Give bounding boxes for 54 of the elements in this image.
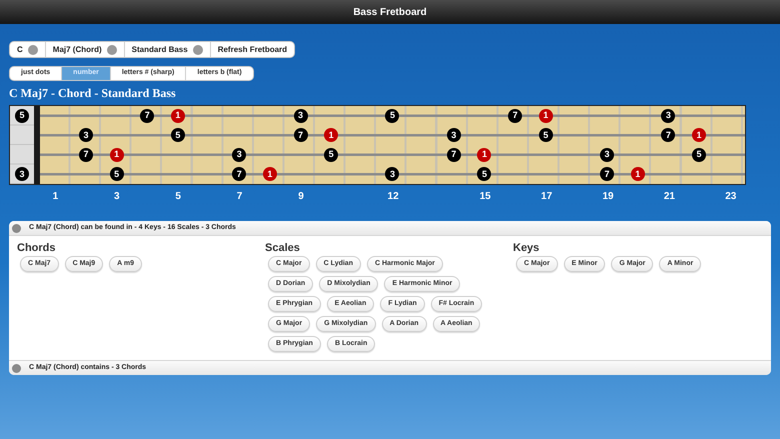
note-marker: 7 bbox=[294, 128, 308, 142]
section-title: Chords bbox=[17, 241, 56, 255]
note-marker: 3 bbox=[78, 128, 93, 142]
fret-number: 1 bbox=[52, 190, 58, 204]
note-marker: 7 bbox=[446, 148, 461, 162]
note-marker: 7 bbox=[508, 108, 522, 123]
picker-button[interactable]: C bbox=[10, 42, 45, 57]
note-marker: 3 bbox=[600, 148, 614, 162]
note-marker: 5 bbox=[110, 167, 124, 182]
note-marker: 5 bbox=[477, 167, 492, 182]
section-title: Keys bbox=[513, 241, 540, 255]
note-marker: 5 bbox=[692, 148, 706, 162]
collapse-toggle-icon[interactable] bbox=[12, 364, 21, 372]
note-marker: 1 bbox=[324, 128, 338, 142]
fret-number: 7 bbox=[236, 190, 242, 204]
note-marker: 1 bbox=[630, 167, 645, 182]
fret-number: 5 bbox=[175, 190, 181, 204]
note-marker: 1 bbox=[110, 148, 124, 162]
note-marker: 3 bbox=[294, 108, 308, 123]
fret-number: 12 bbox=[388, 190, 399, 204]
picker-button[interactable]: Standard Bass bbox=[124, 42, 210, 57]
fret-number: 15 bbox=[480, 190, 491, 204]
picker-button[interactable]: Maj7 (Chord) bbox=[44, 42, 124, 57]
fret-number: 17 bbox=[541, 190, 552, 204]
note-marker: 5 bbox=[15, 108, 29, 123]
fret-number: 23 bbox=[725, 190, 736, 204]
fret-number: 21 bbox=[664, 190, 675, 204]
fret-number: 3 bbox=[114, 190, 120, 204]
refresh-button[interactable]: Refresh Fretboard bbox=[210, 42, 294, 57]
note-marker: 7 bbox=[661, 128, 676, 142]
note-marker: 7 bbox=[140, 108, 154, 123]
note-marker: 1 bbox=[262, 167, 277, 182]
note-marker: 7 bbox=[600, 167, 614, 182]
note-marker: 7 bbox=[232, 167, 246, 182]
note-marker: 3 bbox=[15, 167, 29, 182]
note-marker: 5 bbox=[170, 128, 185, 142]
note-marker: 5 bbox=[324, 148, 338, 162]
note-marker: 3 bbox=[661, 108, 676, 123]
note-marker: 1 bbox=[692, 128, 706, 142]
collapse-toggle-icon[interactable] bbox=[12, 224, 21, 232]
fret-number: 19 bbox=[602, 190, 614, 204]
fretboard-heading: C Maj7 - Chord - Standard Bass bbox=[9, 85, 177, 101]
fret-number: 9 bbox=[298, 190, 304, 204]
note-marker: 1 bbox=[477, 148, 492, 162]
window-title: Bass Fretboard bbox=[353, 6, 427, 20]
note-marker: 3 bbox=[385, 167, 400, 182]
section-title: Scales bbox=[265, 241, 301, 255]
note-marker: 1 bbox=[538, 108, 553, 123]
note-marker: 1 bbox=[170, 108, 185, 123]
note-marker: 3 bbox=[232, 148, 246, 162]
note-marker: 5 bbox=[538, 128, 553, 142]
note-marker: 7 bbox=[78, 148, 93, 162]
note-marker: 5 bbox=[385, 108, 400, 123]
note-marker: 3 bbox=[446, 128, 461, 142]
